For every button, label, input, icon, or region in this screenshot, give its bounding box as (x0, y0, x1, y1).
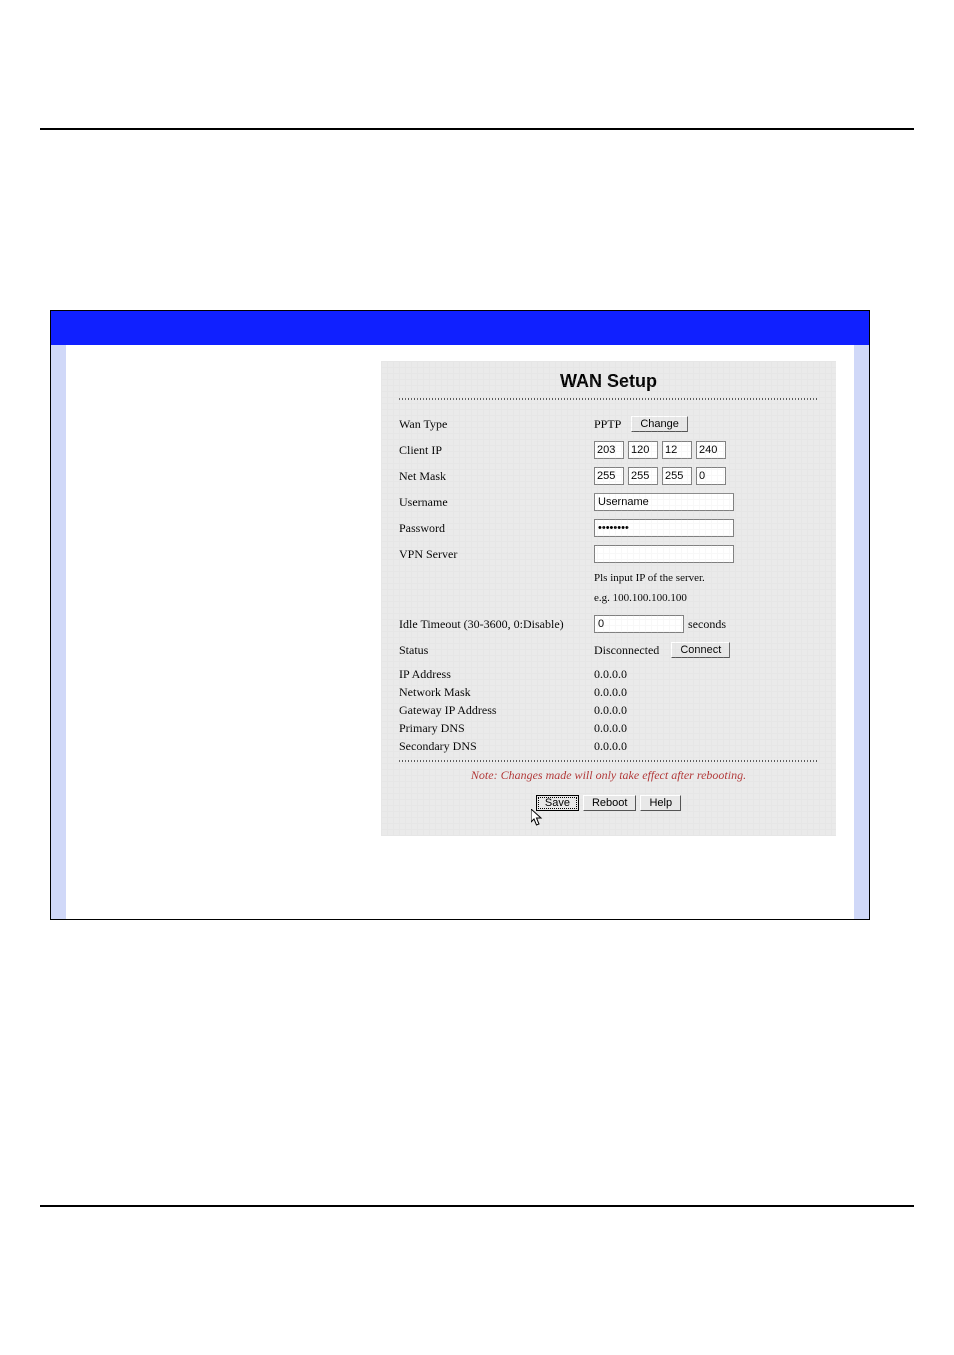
right-border (854, 345, 869, 919)
row-secondary-dns: Secondary DNS 0.0.0.0 (399, 738, 818, 754)
window-frame: WAN Setup Wan Type PPTP Change Client IP (50, 310, 870, 920)
help-button[interactable]: Help (640, 795, 681, 811)
label-username: Username (399, 495, 594, 510)
label-wan-type: Wan Type (399, 417, 594, 432)
title-separator (399, 398, 818, 400)
bottom-separator (399, 760, 818, 762)
label-password: Password (399, 521, 594, 536)
row-vpn-server: VPN Server (399, 544, 818, 564)
row-username: Username (399, 492, 818, 512)
connect-button[interactable]: Connect (671, 642, 730, 658)
page-rule-bottom (40, 1205, 914, 1207)
left-border (51, 345, 66, 919)
row-vpn-hint1: Pls input IP of the server. (399, 570, 818, 586)
row-idle-timeout: Idle Timeout (30-3600, 0:Disable) second… (399, 614, 818, 634)
reboot-button[interactable]: Reboot (583, 795, 636, 811)
row-status: Status Disconnected Connect (399, 640, 818, 660)
vpn-hint2: e.g. 100.100.100.100 (594, 591, 818, 605)
row-gateway: Gateway IP Address 0.0.0.0 (399, 702, 818, 718)
vpn-hint1: Pls input IP of the server. (594, 571, 818, 585)
value-network-mask: 0.0.0.0 (594, 685, 818, 700)
row-net-mask: Net Mask (399, 466, 818, 486)
page-rule-top (40, 128, 914, 130)
row-client-ip: Client IP (399, 440, 818, 460)
password-field[interactable] (594, 519, 734, 537)
client-ip-oct1[interactable] (594, 441, 624, 459)
row-primary-dns: Primary DNS 0.0.0.0 (399, 720, 818, 736)
value-status: Disconnected (594, 643, 659, 658)
client-ip-oct2[interactable] (628, 441, 658, 459)
value-secondary-dns: 0.0.0.0 (594, 739, 818, 754)
netmask-oct3[interactable] (662, 467, 692, 485)
label-net-mask: Net Mask (399, 469, 594, 484)
panel-title: WAN Setup (381, 361, 836, 392)
username-field[interactable] (594, 493, 734, 511)
row-network-mask: Network Mask 0.0.0.0 (399, 684, 818, 700)
vpn-server-field[interactable] (594, 545, 734, 563)
row-wan-type: Wan Type PPTP Change (399, 414, 818, 434)
label-client-ip: Client IP (399, 443, 594, 458)
idle-unit: seconds (688, 617, 726, 632)
label-gateway: Gateway IP Address (399, 703, 594, 718)
button-row: Save Reboot Help (381, 793, 836, 811)
value-gateway: 0.0.0.0 (594, 703, 818, 718)
save-button[interactable]: Save (536, 795, 579, 811)
row-ip-address: IP Address 0.0.0.0 (399, 666, 818, 682)
label-network-mask: Network Mask (399, 685, 594, 700)
form-area: Wan Type PPTP Change Client IP (399, 414, 818, 754)
row-password: Password (399, 518, 818, 538)
wan-setup-panel: WAN Setup Wan Type PPTP Change Client IP (381, 361, 836, 836)
netmask-oct4[interactable] (696, 467, 726, 485)
idle-timeout-field[interactable] (594, 615, 684, 633)
label-idle-timeout: Idle Timeout (30-3600, 0:Disable) (399, 617, 594, 632)
reboot-note: Note: Changes made will only take effect… (381, 768, 836, 783)
netmask-oct1[interactable] (594, 467, 624, 485)
value-ip-address: 0.0.0.0 (594, 667, 818, 682)
row-vpn-hint2: e.g. 100.100.100.100 (399, 588, 818, 608)
value-primary-dns: 0.0.0.0 (594, 721, 818, 736)
change-button[interactable]: Change (631, 416, 688, 432)
cursor-icon (531, 809, 543, 827)
label-vpn-server: VPN Server (399, 547, 594, 562)
label-status: Status (399, 643, 594, 658)
label-secondary-dns: Secondary DNS (399, 739, 594, 754)
client-ip-oct4[interactable] (696, 441, 726, 459)
netmask-oct2[interactable] (628, 467, 658, 485)
client-ip-oct3[interactable] (662, 441, 692, 459)
value-wan-type: PPTP (594, 417, 621, 432)
label-ip-address: IP Address (399, 667, 594, 682)
label-primary-dns: Primary DNS (399, 721, 594, 736)
title-bar (51, 311, 869, 345)
